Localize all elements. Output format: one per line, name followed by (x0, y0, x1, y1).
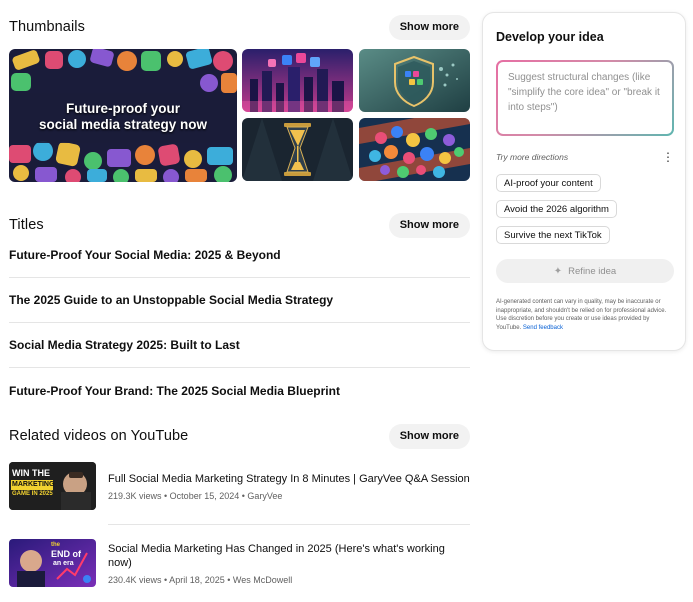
title-suggestion-1[interactable]: Future-Proof Your Social Media: 2025 & B… (9, 233, 470, 278)
more-options-icon[interactable]: ⋮ (662, 151, 674, 163)
thumbnail-shield[interactable] (359, 49, 470, 112)
video-meta-2: 230.4K views • April 18, 2025 • Wes McDo… (108, 574, 293, 585)
video-thumb-2-text-2: END of (51, 549, 81, 559)
related-video-2[interactable]: the END of an era Social Media Marketing… (9, 533, 470, 593)
shield-icon (359, 49, 470, 112)
thumbnails-heading: Thumbnails (9, 19, 85, 35)
title-suggestion-4[interactable]: Future-Proof Your Brand: The 2025 Social… (9, 368, 470, 413)
sparkle-icon: ✦ (553, 265, 563, 277)
try-more-label: Try more directions (496, 152, 569, 162)
video-info-1: Full Social Media Marketing Strategy In … (108, 472, 470, 501)
video-thumbnail-1: WIN THE MARKETING GAME IN 2025 (9, 462, 96, 510)
related-header: Related videos on YouTube Show more (9, 423, 470, 449)
direction-chip-3[interactable]: Survive the next TikTok (496, 226, 610, 244)
city-neon-image (242, 49, 353, 112)
thumbnail-city[interactable] (242, 49, 353, 112)
ai-disclaimer: AI-generated content can vary in quality… (496, 298, 676, 332)
direction-chip-1[interactable]: AI-proof your content (496, 174, 601, 192)
thumbnail-icons-network[interactable] (359, 118, 470, 181)
idea-input-frame (496, 60, 674, 136)
video-title-1[interactable]: Full Social Media Marketing Strategy In … (108, 472, 470, 486)
thumbnail-hourglass[interactable] (242, 118, 353, 181)
thumbnails-show-more-button[interactable]: Show more (388, 14, 470, 40)
idea-input[interactable] (508, 70, 662, 126)
related-show-more-button[interactable]: Show more (388, 423, 470, 449)
video-info-2: Social Media Marketing Has Changed in 20… (108, 542, 470, 585)
caption-line-2: social media strategy now (38, 117, 208, 132)
title-suggestion-3[interactable]: Social Media Strategy 2025: Built to Las… (9, 323, 470, 368)
title-suggestion-2[interactable]: The 2025 Guide to an Unstoppable Social … (9, 278, 470, 323)
video-meta-1: 219.3K views • October 15, 2024 • GaryVe… (108, 490, 283, 501)
video-thumb-1-text-2: MARKETING (12, 481, 55, 488)
idea-input-inner (498, 62, 672, 134)
video-thumb-1-text-3: GAME IN 2025 (12, 491, 53, 497)
video-title-2[interactable]: Social Media Marketing Has Changed in 20… (108, 542, 470, 570)
video-thumb-2-text-1: the (51, 542, 60, 548)
thumbnail-main[interactable]: Future-proof your social media strategy … (9, 49, 237, 182)
disclaimer-text: AI-generated content can vary in quality… (496, 299, 667, 331)
develop-idea-panel: Develop your idea Try more directions ⋮ … (482, 12, 686, 351)
send-feedback-link[interactable]: Send feedback (523, 325, 563, 331)
related-video-1[interactable]: WIN THE MARKETING GAME IN 2025 Full Soci… (9, 456, 470, 516)
thumbnails-grid: Future-proof your social media strategy … (9, 49, 470, 182)
try-more-row: Try more directions ⋮ (496, 151, 674, 163)
panel-title: Develop your idea (496, 30, 604, 44)
video-divider (108, 524, 470, 525)
titles-heading: Titles (9, 217, 44, 233)
social-icons-image (359, 118, 470, 181)
direction-chip-2[interactable]: Avoid the 2026 algorithm (496, 200, 617, 218)
video-thumb-1-text-1: WIN THE (12, 468, 50, 478)
thumbnail-main-caption: Future-proof your social media strategy … (23, 101, 223, 133)
caption-line-1: Future-proof your (66, 101, 180, 116)
thumbnails-header: Thumbnails Show more (9, 14, 470, 40)
related-heading: Related videos on YouTube (9, 428, 189, 444)
refine-idea-label: Refine idea (568, 265, 617, 277)
refine-idea-button[interactable]: ✦ Refine idea (496, 259, 674, 283)
hourglass-icon (242, 118, 353, 181)
video-thumbnail-2: the END of an era (9, 539, 96, 587)
video-thumb-2-text-3: an era (53, 560, 74, 567)
